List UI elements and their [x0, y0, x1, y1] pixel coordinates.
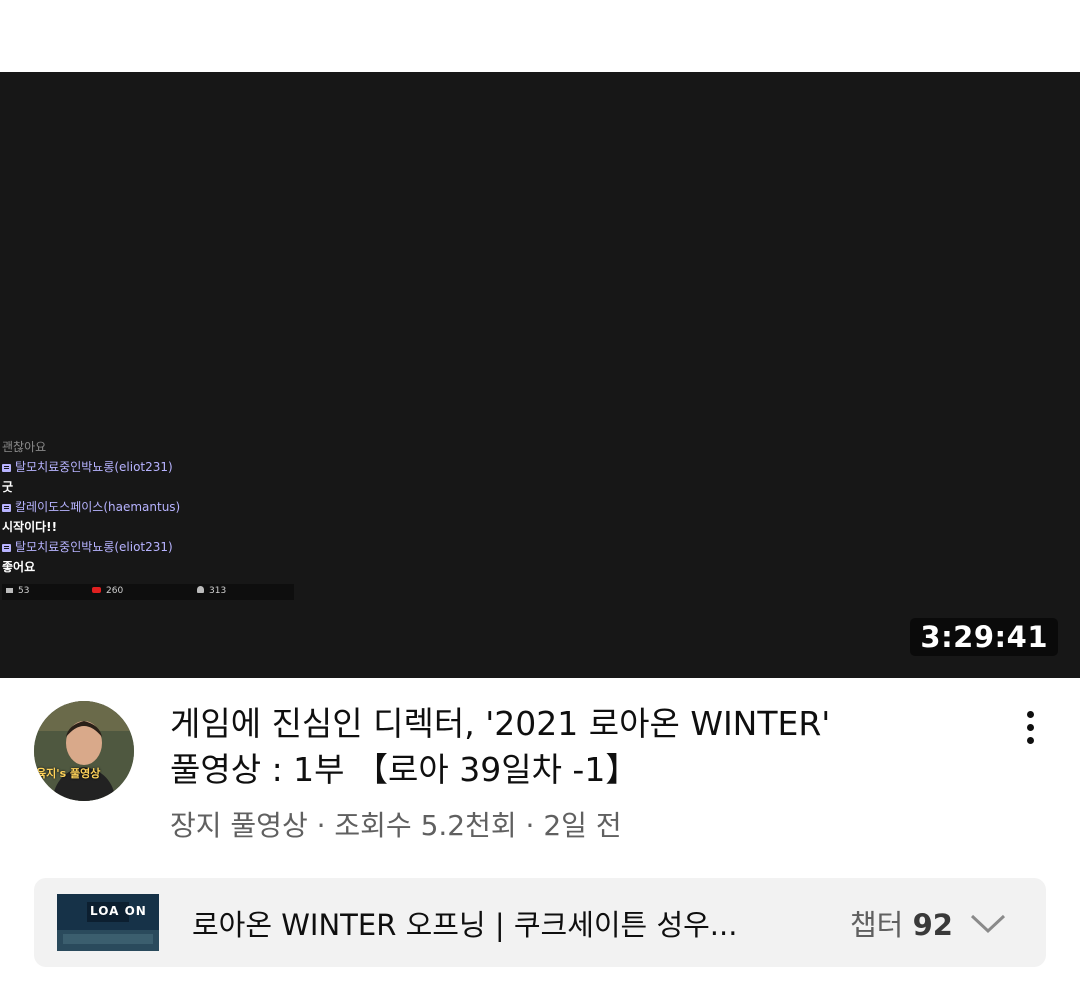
- stream-chat-overlay: 괜찮아요 탈모치료중인박뇨롱(eliot231) 굿 칼레이도스페이스(haem…: [2, 437, 302, 577]
- chat-message: 시작이다!!: [2, 520, 58, 534]
- video-metadata: 장지 풀영상 · 조회수 5.2천회 · 2일 전: [170, 804, 622, 844]
- chat-message: 좋어요: [2, 560, 36, 574]
- chapters-panel[interactable]: LOA ON 로아온 WINTER 오프닝 | 쿠크세이튼 성우... 챕터 9…: [34, 878, 1046, 967]
- more-vert-icon: [1027, 737, 1034, 744]
- more-vert-icon: [1027, 711, 1034, 718]
- chevron-down-icon[interactable]: [968, 908, 1008, 938]
- chapter-thumbnail: LOA ON: [57, 894, 159, 951]
- chat-count: 53: [6, 586, 29, 596]
- more-options-button[interactable]: [1010, 706, 1052, 748]
- chat-bubble-icon: [2, 464, 11, 472]
- viewer-count: 313: [197, 586, 226, 596]
- chat-username: 탈모치료중인박뇨롱(eliot231): [2, 457, 302, 477]
- upload-age: 2일 전: [543, 809, 622, 842]
- chat-stats-bar: 53 260 313: [2, 584, 294, 600]
- meta-separator: ·: [516, 809, 544, 842]
- avatar-image: [34, 701, 134, 801]
- chapter-thumb-logo: LOA ON: [90, 904, 147, 918]
- top-app-bar: [0, 0, 1080, 72]
- person-icon: [197, 586, 204, 593]
- meta-separator: ·: [307, 809, 335, 842]
- chat-message: 괜찮아요: [2, 440, 47, 454]
- video-title[interactable]: 게임에 진심인 디렉터, '2021 로아온 WINTER' 풀영상 : 1부 …: [170, 701, 930, 793]
- chat-username: 칼레이도스페이스(haemantus): [2, 497, 302, 517]
- video-title-line: 풀영상 : 1부 【로아 39일차 -1】: [170, 750, 639, 789]
- video-player[interactable]: 괜찮아요 탈모치료중인박뇨롱(eliot231) 굿 칼레이도스페이스(haem…: [0, 72, 1080, 678]
- chat-bubble-icon: [2, 544, 11, 552]
- chapter-count: 챕터 92: [850, 908, 953, 942]
- channel-name[interactable]: 장지 풀영상: [170, 809, 308, 842]
- chapter-thumbnail-image: [57, 894, 159, 951]
- avatar-caption: 육지's 풀영상: [36, 767, 101, 780]
- chat-username: 탈모치료중인박뇨롱(eliot231): [2, 537, 302, 557]
- view-count: 조회수 5.2천회: [334, 809, 517, 842]
- chat-bubble-icon: [2, 504, 11, 512]
- video-title-line: 게임에 진심인 디렉터, '2021 로아온 WINTER': [170, 704, 831, 743]
- channel-avatar[interactable]: 육지's 풀영상: [34, 701, 134, 801]
- chat-icon: [6, 588, 13, 593]
- youtube-icon: [92, 587, 101, 593]
- more-vert-icon: [1027, 724, 1034, 731]
- chat-message: 굿: [2, 480, 14, 494]
- youtube-count: 260: [92, 586, 123, 596]
- chapter-title: 로아온 WINTER 오프닝 | 쿠크세이튼 성우...: [192, 908, 738, 942]
- duration-badge: 3:29:41: [910, 618, 1058, 656]
